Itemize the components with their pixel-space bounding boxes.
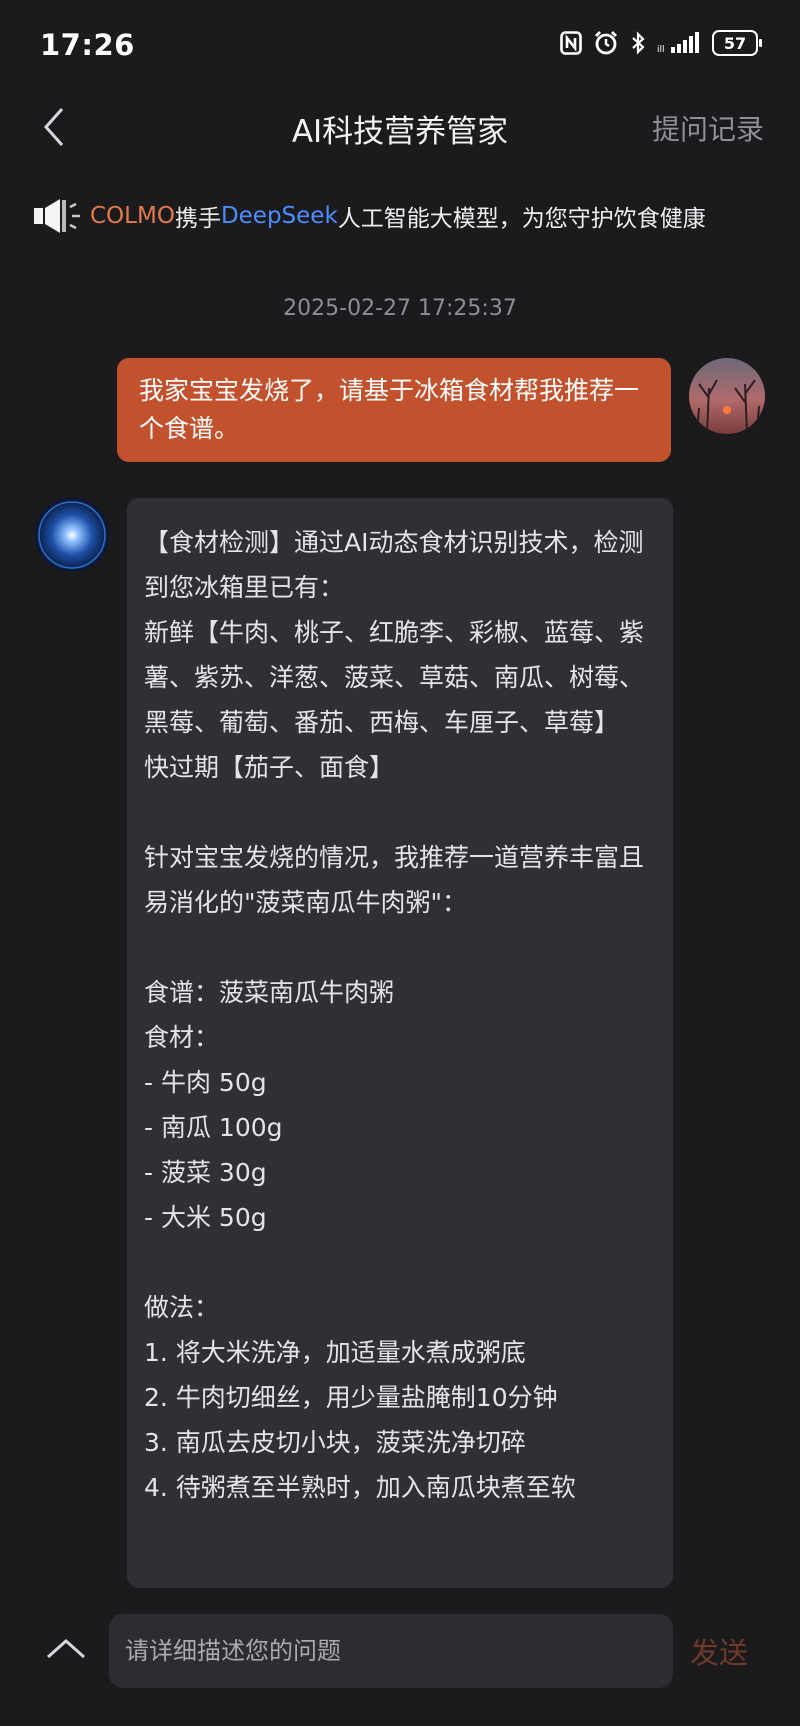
back-button[interactable] (38, 103, 78, 151)
user-avatar[interactable] (689, 358, 765, 434)
brand-colmo: COLMO (90, 203, 175, 229)
chevron-left-icon (43, 108, 64, 146)
svg-text:ill: ill (657, 45, 665, 54)
status-icons: ill 57 (560, 30, 762, 56)
chevron-up-icon (47, 1638, 85, 1659)
expand-toggle-button[interactable] (42, 1630, 90, 1666)
message-timestamp: 2025-02-27 17:25:37 (283, 296, 517, 321)
sunset-trees-avatar-image (689, 358, 765, 434)
banner-text-b: 人工智能大模型，为您守护饮食健康 (337, 206, 706, 232)
brand-deepseek: DeepSeek (220, 203, 338, 229)
battery-icon: 57 (712, 30, 762, 56)
bluetooth-icon (632, 31, 645, 55)
nfc-icon (560, 31, 582, 55)
question-input[interactable] (109, 1614, 673, 1688)
question-history-button[interactable]: 提问记录 (652, 108, 764, 148)
status-time: 17:26 (40, 28, 135, 62)
assistant-message-bubble: 【食材检测】通过AI动态食材识别技术，检测到您冰箱里已有： 新鲜【牛肉、桃子、红… (127, 498, 673, 1588)
alarm-icon (595, 31, 617, 55)
blue-orb-icon (35, 498, 109, 572)
promo-banner: COLMO 携手 DeepSeek 人工智能大模型，为您守护饮食健康 (32, 196, 706, 236)
user-message-bubble: 我家宝宝发烧了，请基于冰箱食材帮我推荐一个食谱。 (117, 358, 671, 462)
send-button[interactable]: 发送 (690, 1630, 748, 1672)
speaker-icon (34, 199, 80, 233)
assistant-avatar (35, 498, 109, 572)
battery-level: 57 (723, 33, 747, 53)
banner-text-a: 携手 (174, 206, 221, 232)
signal-icon: ill (657, 32, 699, 54)
